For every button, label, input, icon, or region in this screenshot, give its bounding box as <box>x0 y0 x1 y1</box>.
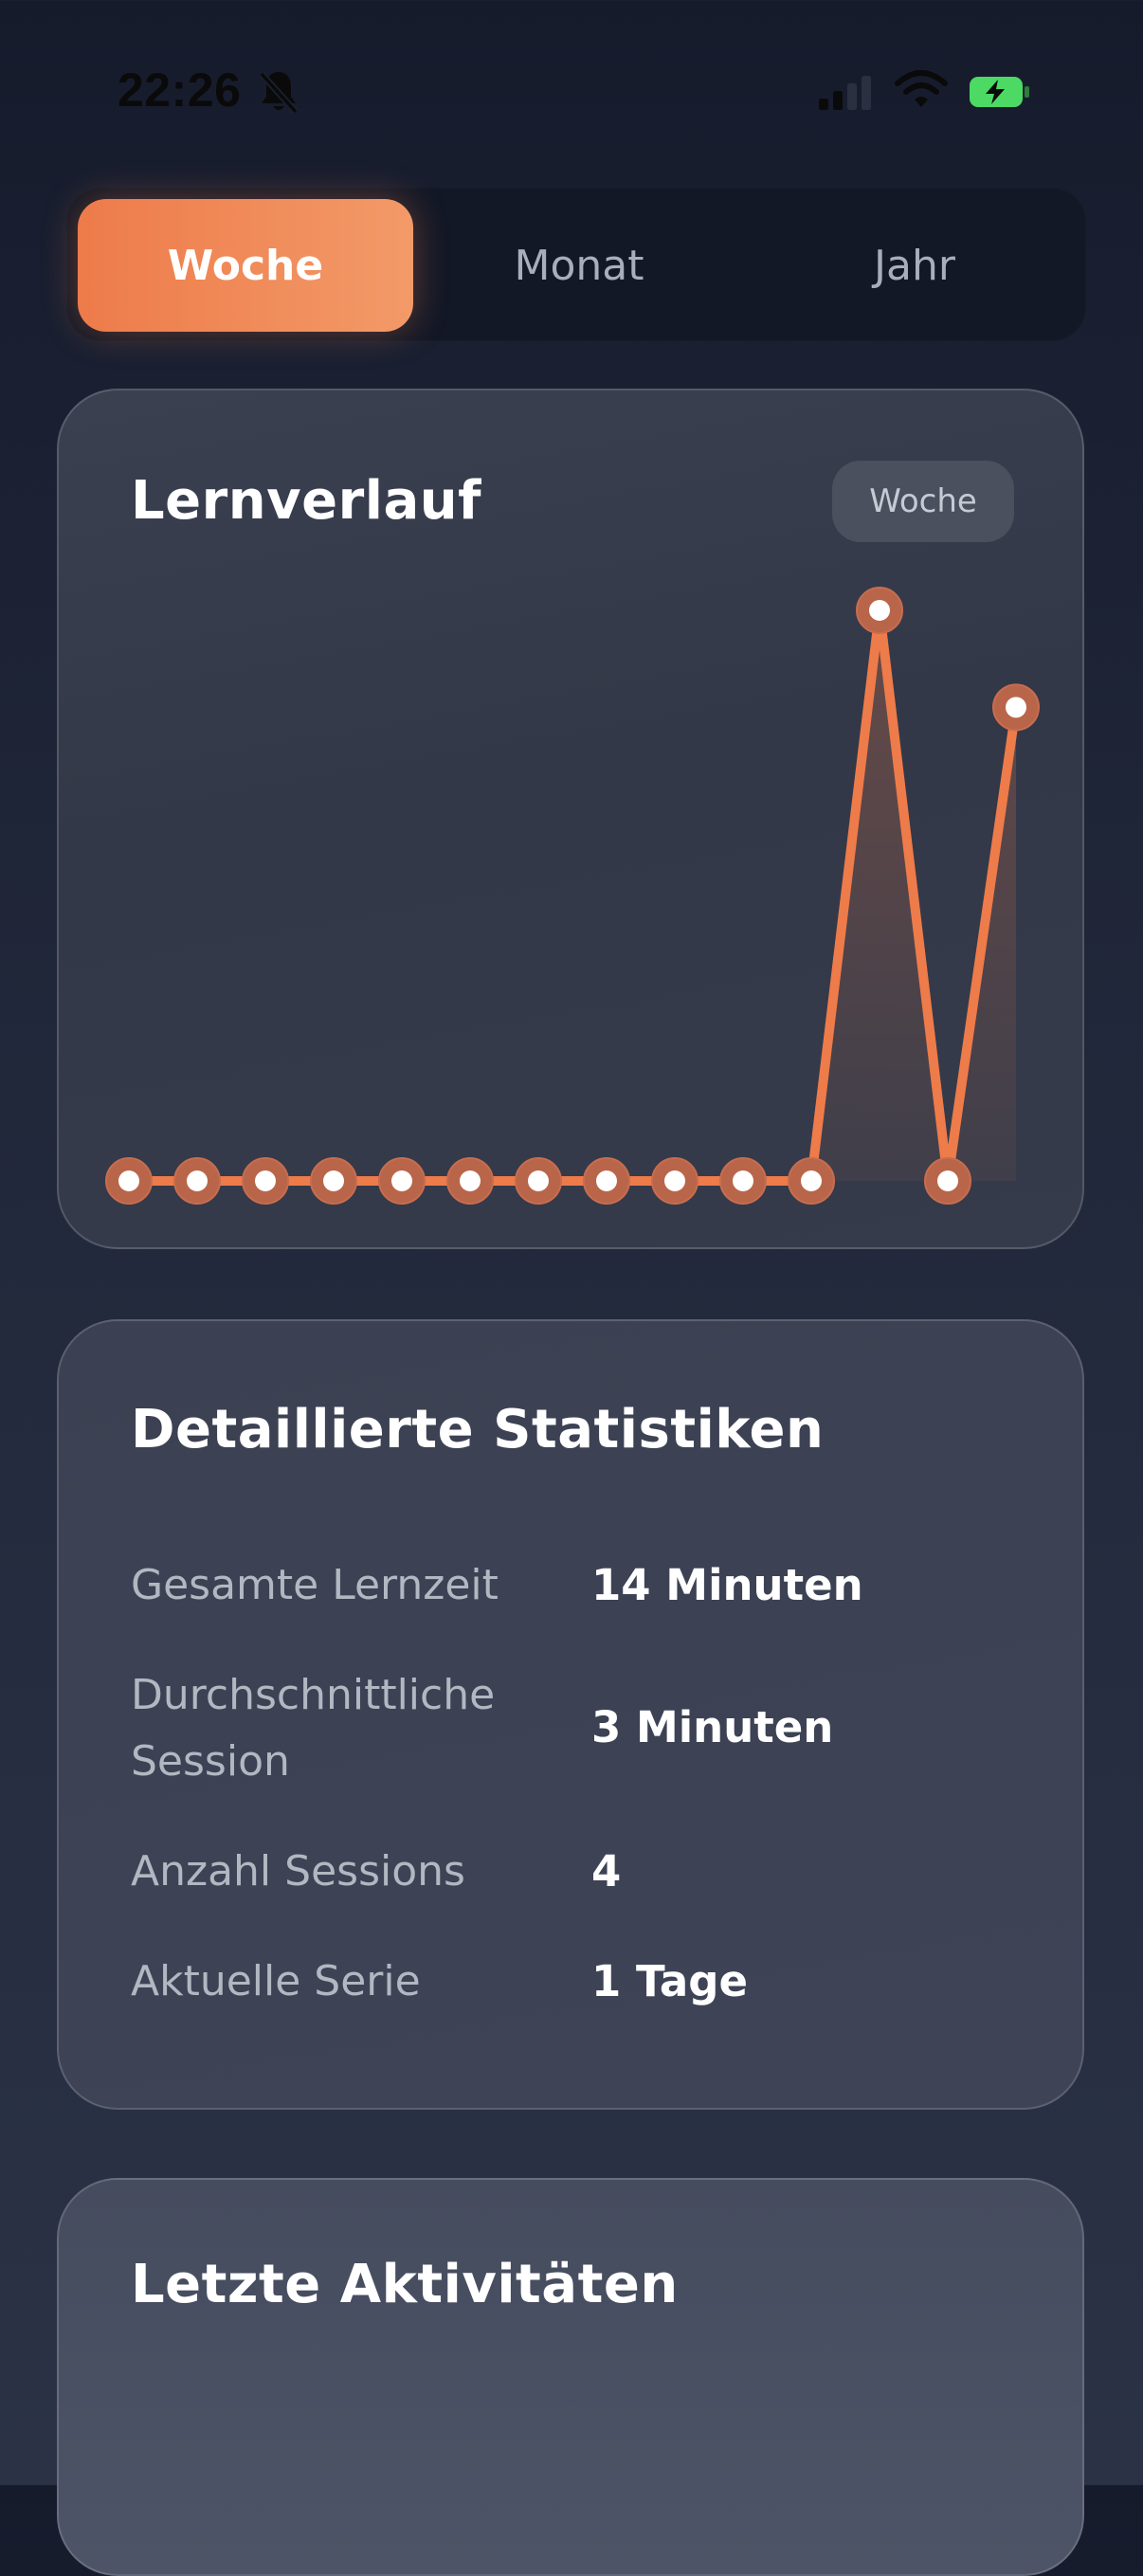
wifi-icon <box>895 70 948 114</box>
activity-card-title: Letzte Aktivitäten <box>131 2254 679 2315</box>
status-time: 22:26 <box>118 63 242 117</box>
chart-data-point <box>992 683 1040 732</box>
stat-label-session-count: Anzahl Sessions <box>131 1847 465 1896</box>
stat-label-average-session: Durchschnittliche Session <box>131 1671 496 1786</box>
chart-data-point <box>788 1157 835 1205</box>
signal-icon <box>817 74 876 116</box>
stat-value-average-session: 3 Minuten <box>591 1702 834 1752</box>
chart-data-point <box>173 1157 221 1205</box>
tab-month[interactable]: Monat <box>411 199 747 332</box>
stats-card-title: Detaillierte Statistiken <box>131 1399 825 1460</box>
learning-chart <box>105 587 1040 1205</box>
chart-data-point <box>242 1157 289 1205</box>
stat-value-current-streak: 1 Tage <box>591 1956 748 2006</box>
chart-data-point <box>651 1157 698 1205</box>
battery-charging-icon <box>969 76 1031 112</box>
bell-slash-icon <box>258 68 299 119</box>
learning-progress-card: Lernverlauf Woche <box>57 389 1084 1249</box>
chart-data-point <box>583 1157 630 1205</box>
chart-data-point <box>856 587 903 634</box>
stat-label-current-streak: Aktuelle Serie <box>131 1957 421 2005</box>
tab-year[interactable]: Jahr <box>747 199 1082 332</box>
chart-data-point <box>105 1157 153 1205</box>
tab-week[interactable]: Woche <box>78 199 413 332</box>
chart-data-point <box>446 1157 494 1205</box>
chart-area-fill <box>129 610 1016 1181</box>
chart-data-point <box>378 1157 426 1205</box>
chart-data-point <box>719 1157 767 1205</box>
stat-value-total-time: 14 Minuten <box>591 1560 863 1610</box>
period-segmented-control: Woche Monat Jahr <box>66 188 1086 341</box>
recent-activities-card: Letzte Aktivitäten <box>57 2178 1084 2576</box>
chart-data-point <box>310 1157 357 1205</box>
detailed-stats-card: Detaillierte Statistiken Gesamte Lernzei… <box>57 1319 1084 2110</box>
stat-value-session-count: 4 <box>591 1846 622 1896</box>
chart-data-point <box>924 1157 971 1205</box>
status-bar: 22:26 <box>0 0 1143 190</box>
stat-label-total-time: Gesamte Lernzeit <box>131 1561 499 1609</box>
chart-data-point <box>515 1157 562 1205</box>
